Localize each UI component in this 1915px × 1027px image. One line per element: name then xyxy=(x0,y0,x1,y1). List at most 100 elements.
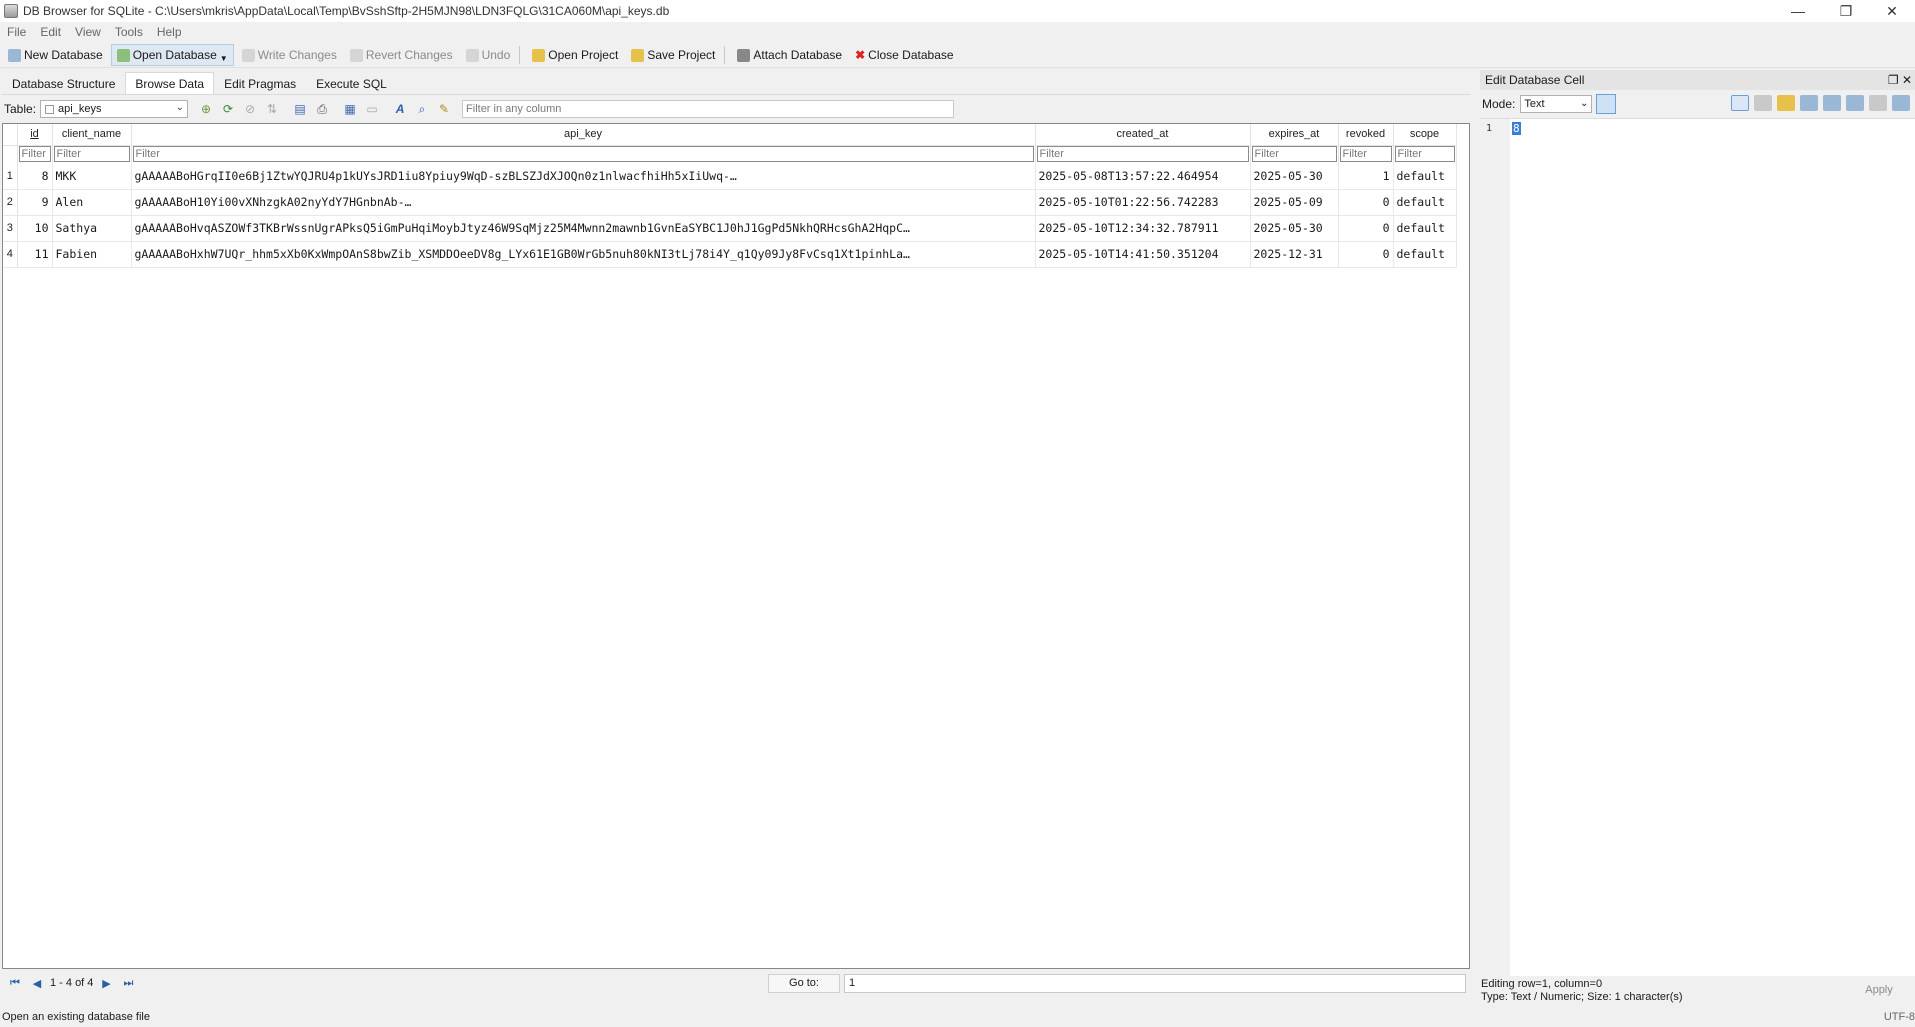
cell-expires-at[interactable]: 2025-12-31 xyxy=(1250,241,1339,268)
table-row[interactable]: 3 10 Sathya gAAAAABoHvqASZOWf3TKBrWssnUg… xyxy=(3,215,1457,242)
cell-client-name[interactable]: MKK xyxy=(52,163,132,190)
cell-created-at[interactable]: 2025-05-10T12:34:32.787911 xyxy=(1035,215,1251,242)
cell-revoked[interactable]: 0 xyxy=(1338,189,1394,216)
menu-view[interactable]: View xyxy=(68,25,108,39)
filter-input-id[interactable]: Filter xyxy=(18,146,51,163)
cell-client-name[interactable]: Alen xyxy=(52,189,132,216)
refresh-icon[interactable]: ⟳ xyxy=(220,101,236,117)
cell-scope[interactable]: default xyxy=(1393,215,1457,242)
close-database-button[interactable]: ✖ Close Database xyxy=(850,44,958,66)
font-icon[interactable]: A xyxy=(392,101,408,117)
column-header-id[interactable]: id xyxy=(17,124,53,146)
export-icon[interactable] xyxy=(1800,95,1818,111)
menu-file[interactable]: File xyxy=(0,25,33,39)
float-dock-icon[interactable]: ❐ xyxy=(1888,73,1899,87)
maximize-button[interactable]: ❐ xyxy=(1824,0,1868,22)
undo-button[interactable]: Undo xyxy=(461,44,516,66)
open-database-button[interactable]: Open Database ▼ xyxy=(110,44,234,66)
cell-expires-at[interactable]: 2025-05-09 xyxy=(1250,189,1339,216)
word-wrap-icon[interactable] xyxy=(1731,95,1749,111)
column-header-created-at[interactable]: created_at xyxy=(1035,124,1251,146)
attach-database-button[interactable]: Attach Database xyxy=(732,44,847,66)
insert-record-icon[interactable]: ▦ xyxy=(342,101,358,117)
delete-record-icon[interactable]: ▭ xyxy=(364,101,380,117)
import-icon[interactable] xyxy=(1777,95,1795,111)
filter-input-scope[interactable]: Filter xyxy=(1394,146,1455,163)
clear-sorting-icon[interactable]: ⇅ xyxy=(264,101,280,117)
cell-api-key[interactable]: gAAAAABoHvqASZOWf3TKBrWssnUgrAPksQ5iGmPu… xyxy=(131,215,1036,242)
last-record-icon[interactable]: ⏭ xyxy=(119,974,137,992)
column-header-api-key[interactable]: api_key xyxy=(131,124,1036,146)
filter-input-api-key[interactable]: Filter xyxy=(132,146,1034,163)
clear-icon[interactable] xyxy=(1869,95,1887,111)
row-header[interactable]: 1 xyxy=(3,163,18,190)
cell-id[interactable]: 11 xyxy=(17,241,53,268)
auto-switch-mode-button[interactable] xyxy=(1596,94,1617,114)
cell-scope[interactable]: default xyxy=(1393,189,1457,216)
close-dock-icon[interactable]: ✕ xyxy=(1902,73,1912,87)
tab-execute-sql[interactable]: Execute SQL xyxy=(306,72,397,94)
cell-created-at[interactable]: 2025-05-08T13:57:22.464954 xyxy=(1035,163,1251,190)
tab-edit-pragmas[interactable]: Edit Pragmas xyxy=(214,72,306,94)
find-icon[interactable]: ⌕ xyxy=(414,101,430,117)
cell-id[interactable]: 9 xyxy=(17,189,53,216)
cell-editor[interactable]: 1 8 xyxy=(1480,118,1915,977)
column-header-expires-at[interactable]: expires_at xyxy=(1250,124,1339,146)
cell-value-text[interactable]: 8 xyxy=(1512,122,1521,135)
table-row[interactable]: 2 9 Alen gAAAAABoH10Yi00vXNhzgkA02nyYdY7… xyxy=(3,189,1457,216)
cell-revoked[interactable]: 0 xyxy=(1338,241,1394,268)
cell-created-at[interactable]: 2025-05-10T14:41:50.351204 xyxy=(1035,241,1251,268)
minimize-button[interactable]: — xyxy=(1776,0,1820,22)
mode-select[interactable]: Text ⌄ xyxy=(1520,95,1593,113)
new-database-button[interactable]: New Database xyxy=(3,44,108,66)
set-null-icon[interactable] xyxy=(1823,95,1841,111)
apply-button[interactable]: Apply xyxy=(1849,980,1909,1000)
next-record-icon[interactable]: ▶ xyxy=(97,974,115,992)
cell-client-name[interactable]: Sathya xyxy=(52,215,132,242)
menu-help[interactable]: Help xyxy=(150,25,189,39)
indent-icon[interactable] xyxy=(1754,95,1772,111)
cell-revoked[interactable]: 0 xyxy=(1338,215,1394,242)
cell-api-key[interactable]: gAAAAABoHxhW7UQr_hhm5xXb0KxWmpOAnS8bwZib… xyxy=(131,241,1036,268)
cell-created-at[interactable]: 2025-05-10T01:22:56.742283 xyxy=(1035,189,1251,216)
cell-api-key[interactable]: gAAAAABoHGrqII0e6Bj1ZtwYQJRU4p1kUYsJRD1i… xyxy=(131,163,1036,190)
first-record-icon[interactable]: ⏮ xyxy=(6,974,24,992)
close-window-button[interactable]: ✕ xyxy=(1870,0,1914,22)
refresh-table-icon[interactable]: ⊕ xyxy=(198,101,214,117)
open-project-button[interactable]: Open Project xyxy=(527,44,623,66)
row-header[interactable]: 4 xyxy=(3,241,18,268)
revert-changes-button[interactable]: Revert Changes xyxy=(345,44,458,66)
row-header[interactable]: 3 xyxy=(3,215,18,242)
cell-api-key[interactable]: gAAAAABoH10Yi00vXNhzgkA02nyYdY7HGnbnAb-… xyxy=(131,189,1036,216)
filter-input-expires-at[interactable]: Filter xyxy=(1251,146,1337,163)
cell-id[interactable]: 10 xyxy=(17,215,53,242)
goto-button[interactable]: Go to: xyxy=(768,974,840,993)
row-header[interactable]: 2 xyxy=(3,189,18,216)
cell-expires-at[interactable]: 2025-05-30 xyxy=(1250,215,1339,242)
filter-input-revoked[interactable]: Filter xyxy=(1339,146,1392,163)
cell-scope[interactable]: default xyxy=(1393,163,1457,190)
previous-record-icon[interactable]: ◀ xyxy=(28,974,46,992)
column-header-client-name[interactable]: client_name xyxy=(52,124,132,146)
print-icon[interactable]: ⎙ xyxy=(314,101,330,117)
filter-input-client-name[interactable]: Filter xyxy=(53,146,130,163)
table-select[interactable]: api_keys ⌄ xyxy=(40,100,189,118)
save-table-icon[interactable]: ▤ xyxy=(292,101,308,117)
find-replace-icon[interactable]: ✎ xyxy=(436,101,452,117)
cell-revoked[interactable]: 1 xyxy=(1338,163,1394,190)
tab-database-structure[interactable]: Database Structure xyxy=(2,72,125,94)
write-changes-button[interactable]: Write Changes xyxy=(237,44,342,66)
menu-tools[interactable]: Tools xyxy=(108,25,150,39)
goto-input[interactable]: 1 xyxy=(844,974,1466,993)
cell-scope[interactable]: default xyxy=(1393,241,1457,268)
menu-edit[interactable]: Edit xyxy=(33,25,68,39)
clear-filters-icon[interactable]: ⊘ xyxy=(242,101,258,117)
cell-expires-at[interactable]: 2025-05-30 xyxy=(1250,163,1339,190)
print-cell-icon[interactable] xyxy=(1892,95,1910,111)
save-project-button[interactable]: Save Project xyxy=(626,44,720,66)
column-header-scope[interactable]: scope xyxy=(1393,124,1457,146)
filter-any-column-input[interactable]: Filter in any column xyxy=(462,100,955,118)
cell-client-name[interactable]: Fabien xyxy=(52,241,132,268)
cell-id[interactable]: 8 xyxy=(17,163,53,190)
save-icon[interactable] xyxy=(1846,95,1864,111)
